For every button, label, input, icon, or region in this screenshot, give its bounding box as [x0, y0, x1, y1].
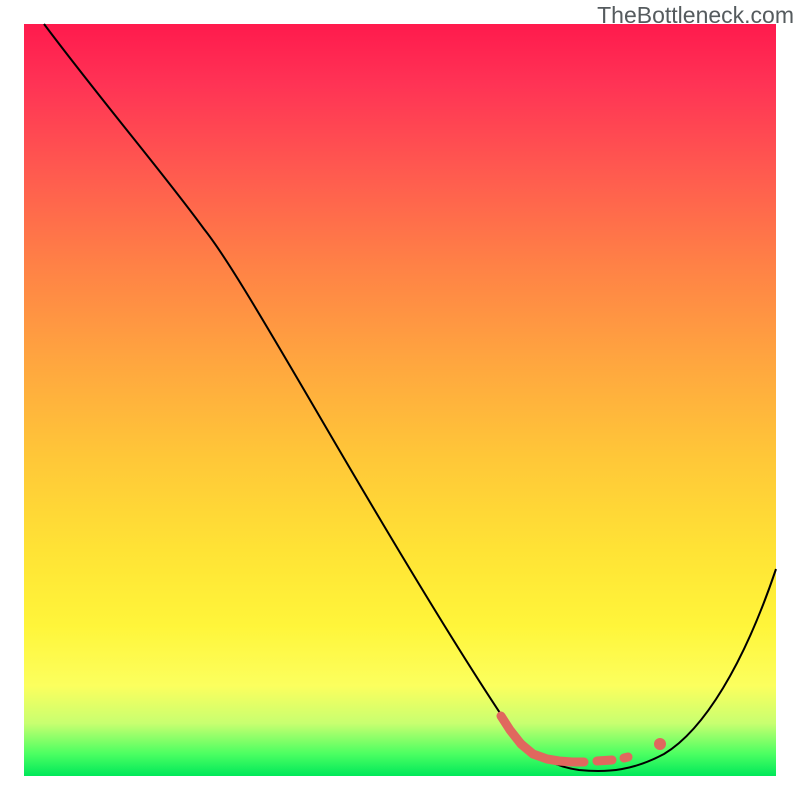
chart-svg — [24, 24, 776, 776]
chart-plot-area — [24, 24, 776, 776]
watermark-text: TheBottleneck.com — [597, 2, 794, 29]
highlight-segment — [501, 716, 628, 762]
bottleneck-curve — [44, 24, 776, 771]
highlight-dot — [654, 738, 666, 750]
